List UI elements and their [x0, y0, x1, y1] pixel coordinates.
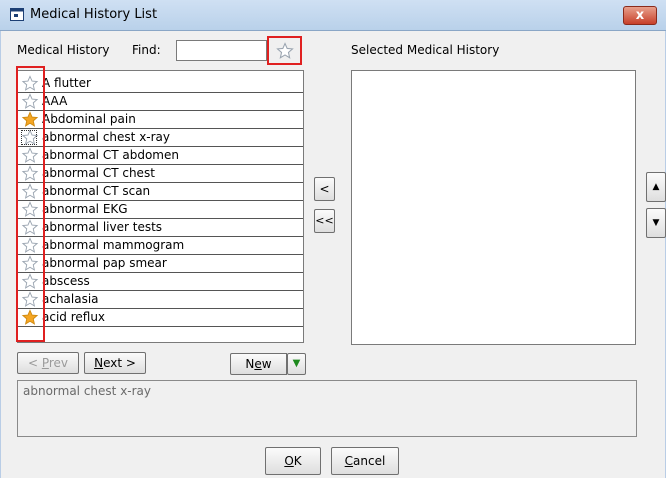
list-item[interactable]: abnormal CT scan	[18, 183, 303, 201]
list-item[interactable]: abnormal CT abdomen	[18, 147, 303, 165]
star-outline-icon	[276, 42, 294, 59]
star-outline-icon[interactable]	[21, 165, 39, 182]
star-filled-icon[interactable]	[21, 309, 39, 326]
list-item[interactable]: AAA	[18, 93, 303, 111]
new-button[interactable]: New	[230, 353, 287, 375]
star-outline-icon[interactable]	[21, 93, 39, 110]
list-item[interactable]: abnormal pap smear	[18, 255, 303, 273]
find-input[interactable]	[176, 40, 267, 61]
list-item-label: achalasia	[42, 292, 99, 306]
favorites-filter-button[interactable]	[267, 36, 302, 65]
list-item-label: abnormal liver tests	[42, 220, 163, 234]
selected-history-label: Selected Medical History	[351, 43, 500, 57]
list-item[interactable]: achalasia	[18, 291, 303, 309]
star-outline-icon[interactable]	[21, 273, 39, 290]
medical-history-list[interactable]: A flutter AAA Abdominal pain abnormal chest…	[17, 70, 304, 343]
ok-button[interactable]: OK	[265, 447, 321, 475]
find-label: Find:	[132, 43, 161, 57]
list-item-label: abnormal CT scan	[42, 184, 151, 198]
list-item[interactable]: abscess	[18, 273, 303, 291]
description-box: abnormal chest x-ray	[17, 380, 637, 437]
ok-mnemonic: O	[284, 454, 294, 468]
star-outline-icon[interactable]	[21, 255, 39, 272]
list-item[interactable]: abnormal chest x-ray	[18, 129, 303, 147]
next-label-rest: ext >	[103, 356, 136, 370]
app-icon	[10, 8, 24, 21]
list-item-label: abnormal CT abdomen	[42, 148, 179, 162]
star-outline-icon[interactable]	[21, 183, 39, 200]
list-item-label: Abdominal pain	[42, 112, 136, 126]
list-item-label: A flutter	[42, 76, 91, 90]
list-item[interactable]: abnormal EKG	[18, 201, 303, 219]
list-item[interactable]: abnormal CT chest	[18, 165, 303, 183]
list-item-label: abscess	[42, 274, 90, 288]
prev-label-rest: rev	[48, 356, 69, 370]
star-outline-icon[interactable]	[21, 291, 39, 308]
star-outline-icon[interactable]	[21, 75, 39, 92]
list-item-label: abnormal pap smear	[42, 256, 167, 270]
selected-history-list[interactable]	[351, 70, 636, 345]
next-button[interactable]: Next >	[84, 352, 146, 374]
list-item[interactable]: Abdominal pain	[18, 111, 303, 129]
list-item[interactable]: A flutter	[18, 75, 303, 93]
list-item-label: abnormal EKG	[42, 202, 128, 216]
list-item-label: abnormal mammogram	[42, 238, 185, 252]
ok-label-rest: K	[293, 454, 302, 468]
cancel-button[interactable]: Cancel	[331, 447, 399, 475]
prev-button[interactable]: < Prev	[17, 352, 79, 374]
list-item-label: abnormal chest x-ray	[42, 130, 171, 144]
list-item[interactable]: acid reflux	[18, 309, 303, 327]
description-text: abnormal chest x-ray	[23, 384, 152, 398]
close-button[interactable]: x	[623, 6, 657, 25]
new-dropdown-button[interactable]: ▼	[287, 353, 306, 375]
move-down-button[interactable]: ▼	[646, 208, 666, 238]
list-item-label: acid reflux	[42, 310, 106, 324]
list-item-label: AAA	[42, 94, 68, 108]
move-up-button[interactable]: ▲	[646, 172, 666, 202]
focus-rectangle	[21, 130, 37, 145]
star-filled-icon[interactable]	[21, 111, 39, 128]
star-outline-icon[interactable]	[21, 201, 39, 218]
star-outline-icon[interactable]	[21, 219, 39, 236]
prev-prefix: <	[27, 356, 42, 370]
window-bottom-edge	[0, 478, 666, 483]
new-label-w: w	[261, 357, 272, 371]
medical-history-label: Medical History	[17, 43, 110, 57]
star-outline-icon[interactable]	[21, 237, 39, 254]
close-icon: x	[635, 8, 645, 23]
title-bar: Medical History List x	[0, 0, 666, 31]
list-item[interactable]: abnormal liver tests	[18, 219, 303, 237]
move-left-button[interactable]: <	[314, 177, 335, 201]
new-mnemonic: e	[254, 357, 262, 371]
prev-mnemonic: P	[41, 356, 49, 370]
cancel-mnemonic: C	[344, 454, 354, 468]
cancel-label-rest: ancel	[353, 454, 386, 468]
list-item-label: abnormal CT chest	[42, 166, 155, 180]
next-mnemonic: N	[94, 356, 104, 370]
window-title: Medical History List	[30, 7, 158, 22]
star-outline-icon[interactable]	[21, 147, 39, 164]
move-all-left-button[interactable]: <<	[314, 209, 335, 233]
list-item[interactable]: abnormal mammogram	[18, 237, 303, 255]
